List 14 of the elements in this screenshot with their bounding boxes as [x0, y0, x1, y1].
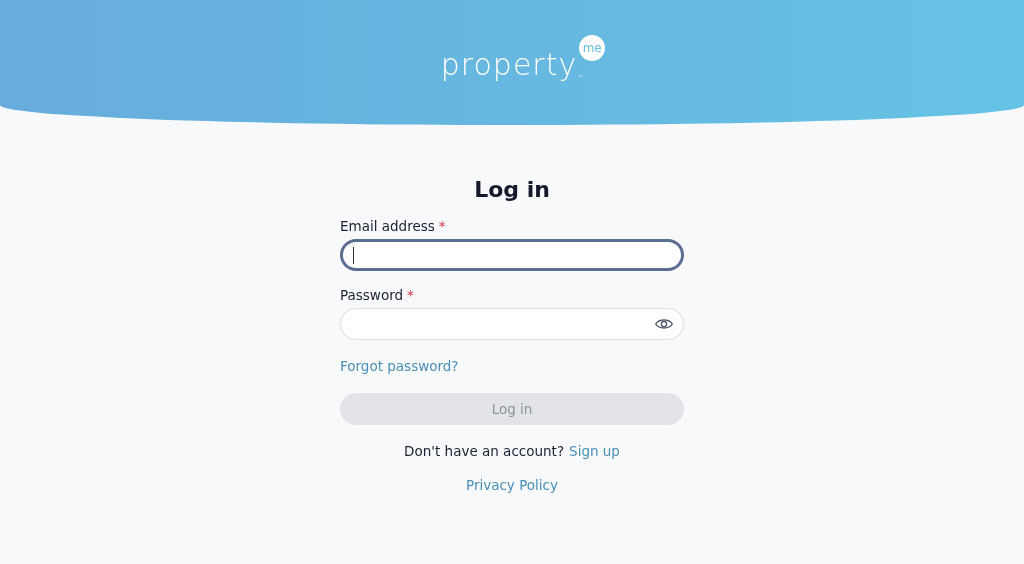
signup-prompt: Don't have an account?	[404, 443, 565, 459]
password-field[interactable]	[340, 308, 684, 340]
logo-badge: me	[579, 35, 606, 61]
forgot-password-link[interactable]: Forgot password?	[340, 358, 459, 374]
label-text: Password	[340, 287, 404, 303]
email-field[interactable]	[340, 239, 684, 271]
privacy-policy-link[interactable]: Privacy Policy	[466, 477, 558, 493]
label-text: Email address	[340, 218, 435, 234]
required-mark: *	[407, 287, 414, 303]
signup-link[interactable]: Sign up	[569, 443, 620, 459]
page-title: Log in	[473, 177, 551, 202]
required-mark: *	[438, 218, 446, 234]
logo-wordmark: property	[440, 50, 578, 82]
eye-icon[interactable]	[655, 317, 673, 331]
